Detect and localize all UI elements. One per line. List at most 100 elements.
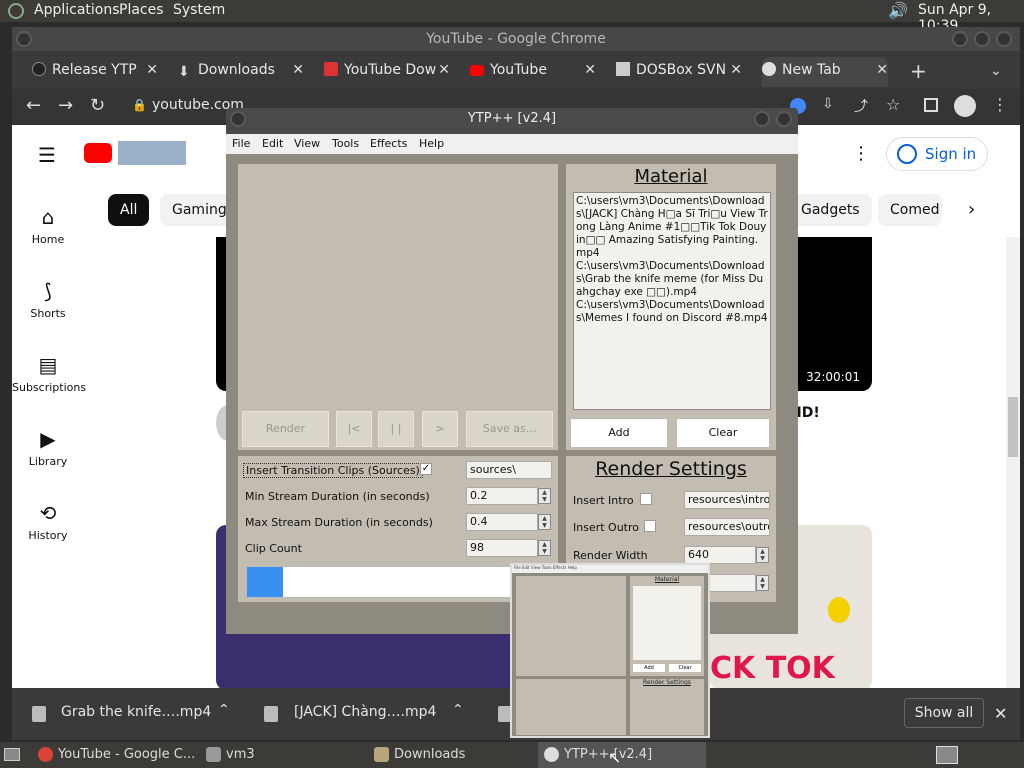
workspace-switcher-icon[interactable] <box>936 746 958 764</box>
ytp-menu-view[interactable]: View <box>294 137 320 150</box>
render-width-spinner[interactable]: ▲ ▼ <box>756 547 769 563</box>
download-item-grab-the-knife[interactable]: Grab the knife….mp4 <box>61 704 211 720</box>
install-icon[interactable]: ⇩ <box>822 96 834 112</box>
tab-downloads[interactable]: ⬇ Downloads ✕ <box>178 57 304 87</box>
render-height-spinner[interactable]: ▲ ▼ <box>756 575 769 591</box>
maximize-icon[interactable] <box>974 31 990 47</box>
clip-count-field[interactable]: 98 <box>466 539 538 557</box>
insert-outro-checkbox[interactable] <box>644 520 656 532</box>
progress-bar-fill <box>247 567 284 597</box>
chip-all[interactable]: All <box>108 194 150 226</box>
outro-path-field[interactable]: resources\outro.m <box>684 518 770 536</box>
tab-dosbox[interactable]: DOSBox SVN ✕ <box>616 57 742 87</box>
ytp-menu-tools[interactable]: Tools <box>332 137 359 150</box>
ytp-menu-help[interactable]: Help <box>419 137 444 150</box>
back-icon[interactable]: ← <box>26 95 41 116</box>
taskbar-item-chrome[interactable]: YouTube - Google C... <box>32 742 200 768</box>
reload-icon[interactable]: ↻ <box>90 95 105 116</box>
chips-next-icon[interactable]: › <box>968 199 975 220</box>
max-duration-field[interactable]: 0.4 <box>466 513 538 531</box>
share-icon[interactable]: ⤴ <box>854 96 868 116</box>
bookmark-star-icon[interactable]: ☆ <box>886 95 900 114</box>
add-button[interactable]: Add <box>570 418 668 448</box>
sidebar-item-shorts[interactable]: ⟆ Shorts <box>12 279 84 320</box>
show-all-button[interactable]: Show all <box>904 698 984 728</box>
close-shelf-icon[interactable]: ✕ <box>994 704 1007 723</box>
material-item[interactable]: C:\users\vm3\Documents\Downloads\Memes I… <box>576 299 768 325</box>
sign-in-button[interactable]: Sign in <box>886 137 988 171</box>
intro-path-field[interactable]: resources\intro.m <box>684 491 770 509</box>
download-item-jack[interactable]: [JACK] Chàng….mp4 <box>294 704 436 720</box>
min-duration-spinner[interactable]: ▲ ▼ <box>538 488 551 504</box>
sidebar-item-home[interactable]: ⌂ Home <box>12 205 84 246</box>
hamburger-menu-icon[interactable]: ☰ <box>38 143 56 167</box>
tab-release-ytp[interactable]: Release YTP ✕ <box>32 57 158 87</box>
chrome-icon <box>38 747 53 762</box>
close-tab-icon[interactable]: ✕ <box>876 57 888 83</box>
insert-intro-checkbox[interactable] <box>640 493 652 505</box>
preview-menu: File Edit View Tools Effects Help <box>512 565 708 573</box>
clear-button[interactable]: Clear <box>676 418 770 448</box>
tab-youtube[interactable]: YouTube ✕ <box>470 57 596 87</box>
close-tab-icon[interactable]: ✕ <box>584 57 596 83</box>
new-tab-icon[interactable]: + <box>910 59 927 83</box>
material-item[interactable]: C:\users\vm3\Documents\Downloads\[JACK] … <box>576 195 768 260</box>
window-preview-thumbnail[interactable]: File Edit View Tools Effects Help Materi… <box>510 563 710 738</box>
pause-button[interactable]: | | <box>378 411 414 447</box>
distro-icon[interactable] <box>8 3 24 19</box>
taskbar-item-vm3[interactable]: vm3 <box>200 742 368 768</box>
doodle-banner[interactable] <box>118 141 186 165</box>
skip-start-button[interactable]: |< <box>336 411 372 447</box>
profile-avatar-icon[interactable] <box>954 95 976 117</box>
tab-youtube-downloader[interactable]: YouTube Dow ✕ <box>324 57 450 87</box>
volume-icon[interactable]: 🔊 <box>888 1 908 20</box>
material-item[interactable]: C:\users\vm3\Documents\Downloads\Grab th… <box>576 260 768 299</box>
scrollbar[interactable] <box>1006 237 1020 688</box>
material-list[interactable]: C:\users\vm3\Documents\Downloads\[JACK] … <box>573 192 771 410</box>
close-tab-icon[interactable]: ✕ <box>438 57 450 83</box>
ytp-menu-effects[interactable]: Effects <box>370 137 407 150</box>
chrome-menu-icon[interactable]: ⋮ <box>992 95 1008 114</box>
ytp-menu-file[interactable]: File <box>232 137 250 150</box>
side-panel-icon[interactable] <box>924 98 938 112</box>
more-options-icon[interactable]: ⋮ <box>852 143 870 164</box>
menu-applications[interactable]: Applications <box>34 2 120 18</box>
sidebar-item-history[interactable]: ⟲ History <box>12 501 84 542</box>
show-desktop-icon[interactable] <box>4 748 20 761</box>
taskbar-item-downloads[interactable]: Downloads <box>368 742 536 768</box>
render-width-field[interactable]: 640 <box>684 546 756 564</box>
sidebar-item-subscriptions[interactable]: ▤ Subscriptions <box>12 353 86 394</box>
play-button[interactable]: > <box>422 411 458 447</box>
taskbar-item-ytp[interactable]: YTP++ [v2.4] <box>538 742 706 768</box>
min-duration-field[interactable]: 0.2 <box>466 487 538 505</box>
scrollbar-thumb[interactable] <box>1008 397 1018 457</box>
close-icon[interactable] <box>996 31 1012 47</box>
tab-search-icon[interactable]: ⌄ <box>990 63 1002 79</box>
ytp-close-icon[interactable] <box>776 111 792 127</box>
ytp-menu-edit[interactable]: Edit <box>262 137 283 150</box>
close-tab-icon[interactable]: ✕ <box>146 57 158 83</box>
render-button[interactable]: Render <box>242 411 329 447</box>
minimize-icon[interactable] <box>952 31 968 47</box>
tab-new-tab[interactable]: New Tab ✕ <box>762 57 888 87</box>
transition-path-field[interactable]: sources\ <box>466 461 552 479</box>
sidebar-item-library[interactable]: ▶ Library <box>12 427 84 468</box>
lock-icon[interactable]: 🔒 <box>132 98 147 112</box>
save-as-button[interactable]: Save as... <box>466 411 553 447</box>
close-tab-icon[interactable]: ✕ <box>292 57 304 83</box>
max-duration-spinner[interactable]: ▲ ▼ <box>538 514 551 530</box>
ytp-window-menu-icon[interactable] <box>230 111 246 127</box>
menu-places[interactable]: Places <box>119 2 164 18</box>
menu-system[interactable]: System <box>173 2 225 18</box>
chevron-up-icon[interactable]: ⌃ <box>218 702 230 718</box>
chip-gadgets[interactable]: Gadgets <box>789 194 872 226</box>
chip-comedy[interactable]: Comed <box>878 194 942 226</box>
close-tab-icon[interactable]: ✕ <box>730 57 742 83</box>
window-menu-icon[interactable] <box>16 31 32 47</box>
clip-count-spinner[interactable]: ▲ ▼ <box>538 540 551 556</box>
youtube-logo[interactable] <box>84 143 112 163</box>
chevron-up-icon[interactable]: ⌃ <box>452 702 464 718</box>
ytp-minimize-icon[interactable] <box>754 111 770 127</box>
transition-checkbox[interactable]: ✓ <box>420 463 432 475</box>
forward-icon[interactable]: → <box>58 95 73 116</box>
